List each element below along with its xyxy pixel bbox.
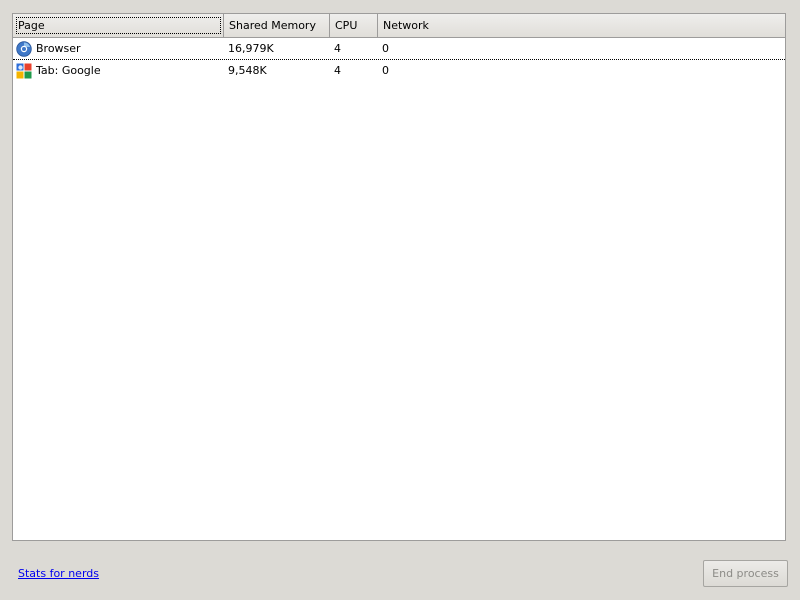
table-row[interactable]: Browser 16,979K 4 0 [13,38,785,60]
stats-for-nerds-link[interactable]: Stats for nerds [18,567,99,580]
focus-ring [16,17,221,34]
column-header-page-label: Page [18,19,45,32]
row-network: 0 [382,64,389,77]
column-header-shared-memory-label: Shared Memory [229,19,316,32]
row-page-name: Tab: Google [36,64,101,77]
column-header-page[interactable]: Page [13,14,224,38]
column-header-cpu-label: CPU [335,19,358,32]
row-cpu: 4 [334,64,341,77]
table-header: Page Shared Memory CPU Network [13,14,785,38]
row-shared-memory: 16,979K [228,42,274,55]
browser-icon [16,41,32,57]
column-header-shared-memory[interactable]: Shared Memory [224,14,330,38]
google-icon [16,63,32,79]
row-network: 0 [382,42,389,55]
end-process-button[interactable]: End process [703,560,788,587]
row-shared-memory: 9,548K [228,64,267,77]
column-header-network-label: Network [383,19,429,32]
row-page-name: Browser [36,42,81,55]
row-cpu: 4 [334,42,341,55]
column-header-network[interactable]: Network [378,14,785,38]
column-header-cpu[interactable]: CPU [330,14,378,38]
table-row[interactable]: Tab: Google 9,548K 4 0 [13,60,785,82]
process-table: Page Shared Memory CPU Network Browser 1… [12,13,786,541]
